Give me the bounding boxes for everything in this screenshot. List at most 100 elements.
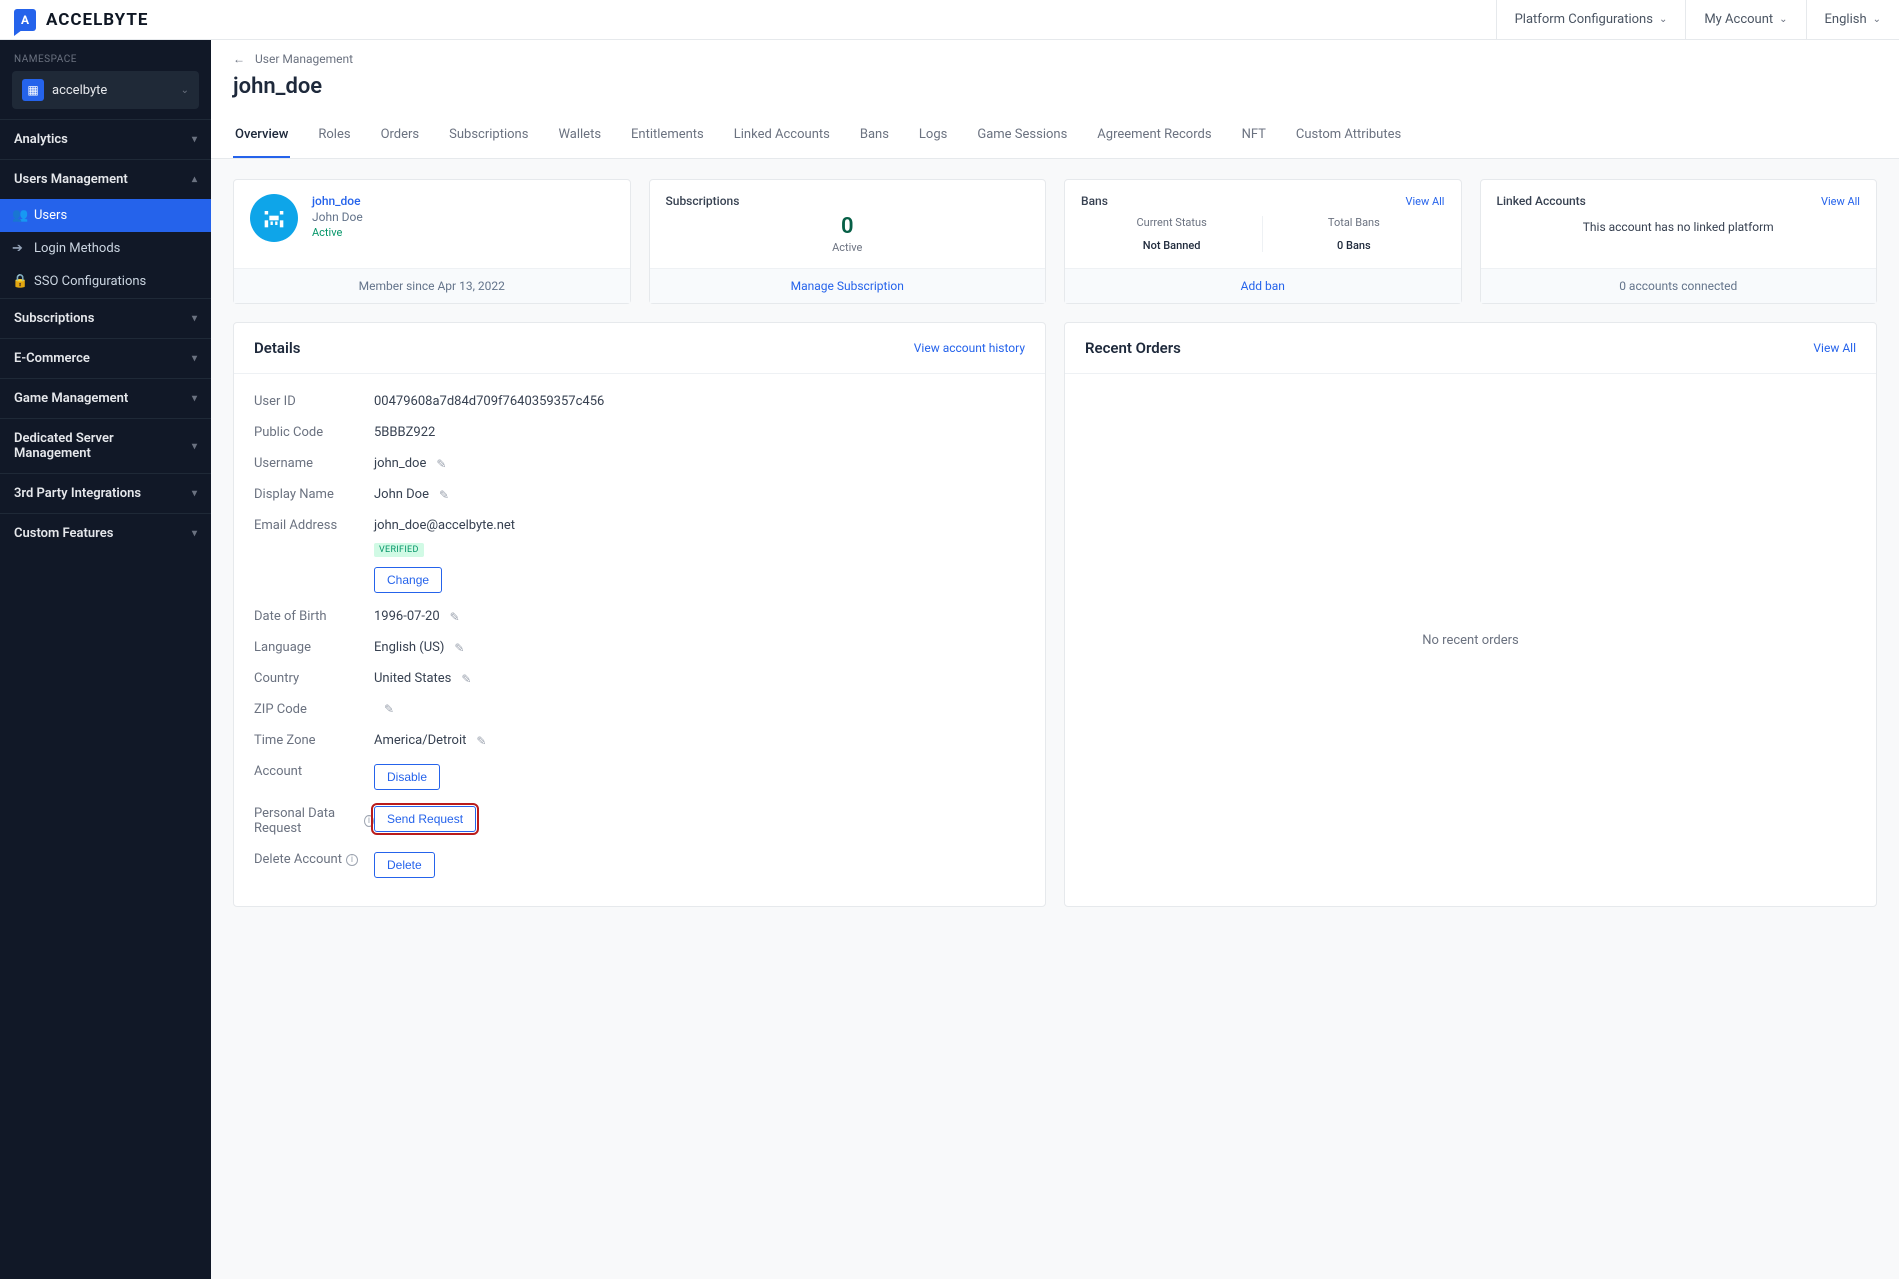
edit-icon[interactable]: ✎ [439,488,449,502]
country-label: Country [254,671,374,686]
linked-accounts-body: This account has no linked platform [1497,220,1861,234]
email-value: john_doe@accelbyte.net [374,518,515,533]
edit-icon[interactable]: ✎ [384,702,394,716]
orders-view-all-link[interactable]: View All [1813,341,1856,355]
subscriptions-count: 0 [666,214,1030,239]
tab-overview[interactable]: Overview [233,117,290,158]
member-since: Member since Apr 13, 2022 [234,268,630,303]
summary-row: john_doe John Doe Active Member since Ap… [233,179,1877,304]
top-header: A ACCELBYTE Platform Configurations ⌄ My… [0,0,1899,40]
sidebar-item-users[interactable]: 👥 Users [0,199,211,232]
sidebar-section-subscriptions[interactable]: Subscriptions ▾ [0,298,211,338]
sidebar-label: Subscriptions [14,311,94,326]
sidebar-section-custom-features[interactable]: Custom Features ▾ [0,513,211,553]
sidebar-section-users-management[interactable]: Users Management ▴ [0,159,211,199]
username-label: Username [254,456,374,471]
country-value: United States [374,671,451,686]
namespace-selector[interactable]: ▦ accelbyte ⌄ [12,71,199,109]
current-status-value: Not Banned [1081,239,1262,252]
page-title: john_doe [233,74,1877,99]
namespace-label: NAMESPACE [0,40,211,71]
verified-badge: VERIFIED [374,543,424,557]
bans-title: Bans [1081,194,1108,208]
add-ban-link[interactable]: Add ban [1241,279,1285,293]
avatar-icon [260,204,288,232]
details-panel: Details View account history User ID 004… [233,322,1046,907]
sidebar-section-ecommerce[interactable]: E-Commerce ▾ [0,338,211,378]
chevron-down-icon: ▾ [192,313,197,324]
linked-accounts-footer: 0 accounts connected [1481,268,1877,303]
profile-username[interactable]: john_doe [312,194,363,208]
edit-icon[interactable]: ✎ [450,610,460,624]
public-code-value: 5BBBZ922 [374,425,435,440]
platform-configurations-menu[interactable]: Platform Configurations ⌄ [1496,0,1686,39]
tab-linked-accounts[interactable]: Linked Accounts [732,117,832,158]
edit-icon[interactable]: ✎ [454,641,464,655]
chevron-up-icon: ▴ [192,174,197,185]
tab-orders[interactable]: Orders [379,117,422,158]
tab-wallets[interactable]: Wallets [556,117,603,158]
lower-row: Details View account history User ID 004… [233,322,1877,907]
avatar [250,194,298,242]
timezone-value: America/Detroit [374,733,466,748]
tab-bans[interactable]: Bans [858,117,891,158]
breadcrumb-text: User Management [255,52,353,66]
user-id-value: 00479608a7d84d709f7640359357c456 [374,394,604,409]
info-icon[interactable]: i [364,815,374,827]
tab-entitlements[interactable]: Entitlements [629,117,706,158]
sidebar: NAMESPACE ▦ accelbyte ⌄ Analytics ▾ User… [0,40,211,1279]
tab-subscriptions[interactable]: Subscriptions [447,117,530,158]
linked-view-all-link[interactable]: View All [1821,195,1860,208]
chevron-down-icon: ⌄ [181,85,189,96]
sidebar-label: Game Management [14,391,128,406]
edit-icon[interactable]: ✎ [461,672,471,686]
tab-agreement-records[interactable]: Agreement Records [1095,117,1213,158]
info-icon[interactable]: i [346,854,358,866]
change-email-button[interactable]: Change [374,567,442,593]
logo: A ACCELBYTE [0,9,148,31]
chevron-down-icon: ▾ [192,393,197,404]
sidebar-item-login-methods[interactable]: ➔ Login Methods [0,232,211,265]
language-menu[interactable]: English ⌄ [1806,0,1899,39]
chevron-down-icon: ⌄ [1779,14,1787,25]
email-label: Email Address [254,518,374,533]
sidebar-section-analytics[interactable]: Analytics ▾ [0,119,211,159]
breadcrumb[interactable]: ← User Management [233,52,1877,66]
subscriptions-title: Subscriptions [666,194,1030,208]
tab-game-sessions[interactable]: Game Sessions [975,117,1069,158]
chevron-down-icon: ▾ [192,134,197,145]
tab-roles[interactable]: Roles [316,117,352,158]
delete-label-text: Delete Account [254,852,342,867]
chevron-down-icon: ▾ [192,441,197,452]
manage-subscription-link[interactable]: Manage Subscription [791,279,904,293]
disable-account-button[interactable]: Disable [374,764,440,790]
tab-nft[interactable]: NFT [1240,117,1268,158]
linked-accounts-card: Linked Accounts View All This account ha… [1480,179,1878,304]
users-icon: 👥 [12,208,28,223]
chevron-down-icon: ▾ [192,488,197,499]
delete-account-button[interactable]: Delete [374,852,435,878]
bans-view-all-link[interactable]: View All [1405,195,1444,208]
back-arrow-icon: ← [233,52,245,66]
subscriptions-card: Subscriptions 0 Active Manage Subscripti… [649,179,1047,304]
sidebar-section-game-management[interactable]: Game Management ▾ [0,378,211,418]
edit-icon[interactable]: ✎ [476,734,486,748]
language-label: Language [254,640,374,655]
sidebar-section-dedicated-server[interactable]: Dedicated Server Management ▾ [0,418,211,473]
view-account-history-link[interactable]: View account history [914,341,1025,355]
edit-icon[interactable]: ✎ [436,457,446,471]
sidebar-label: E-Commerce [14,351,90,366]
send-request-button[interactable]: Send Request [374,806,476,832]
recent-orders-panel: Recent Orders View All No recent orders [1064,322,1877,907]
sidebar-item-sso[interactable]: 🔒 SSO Configurations [0,265,211,298]
my-account-menu[interactable]: My Account ⌄ [1685,0,1805,39]
tabs: Overview Roles Orders Subscriptions Wall… [233,117,1877,158]
personal-data-request-label: Personal Data Request i [254,806,374,836]
tab-logs[interactable]: Logs [917,117,949,158]
sidebar-section-3rd-party[interactable]: 3rd Party Integrations ▾ [0,473,211,513]
sidebar-label: Users Management [14,172,128,187]
timezone-label: Time Zone [254,733,374,748]
language-label: English [1825,12,1867,27]
tab-custom-attributes[interactable]: Custom Attributes [1294,117,1403,158]
logo-icon: A [14,9,36,31]
